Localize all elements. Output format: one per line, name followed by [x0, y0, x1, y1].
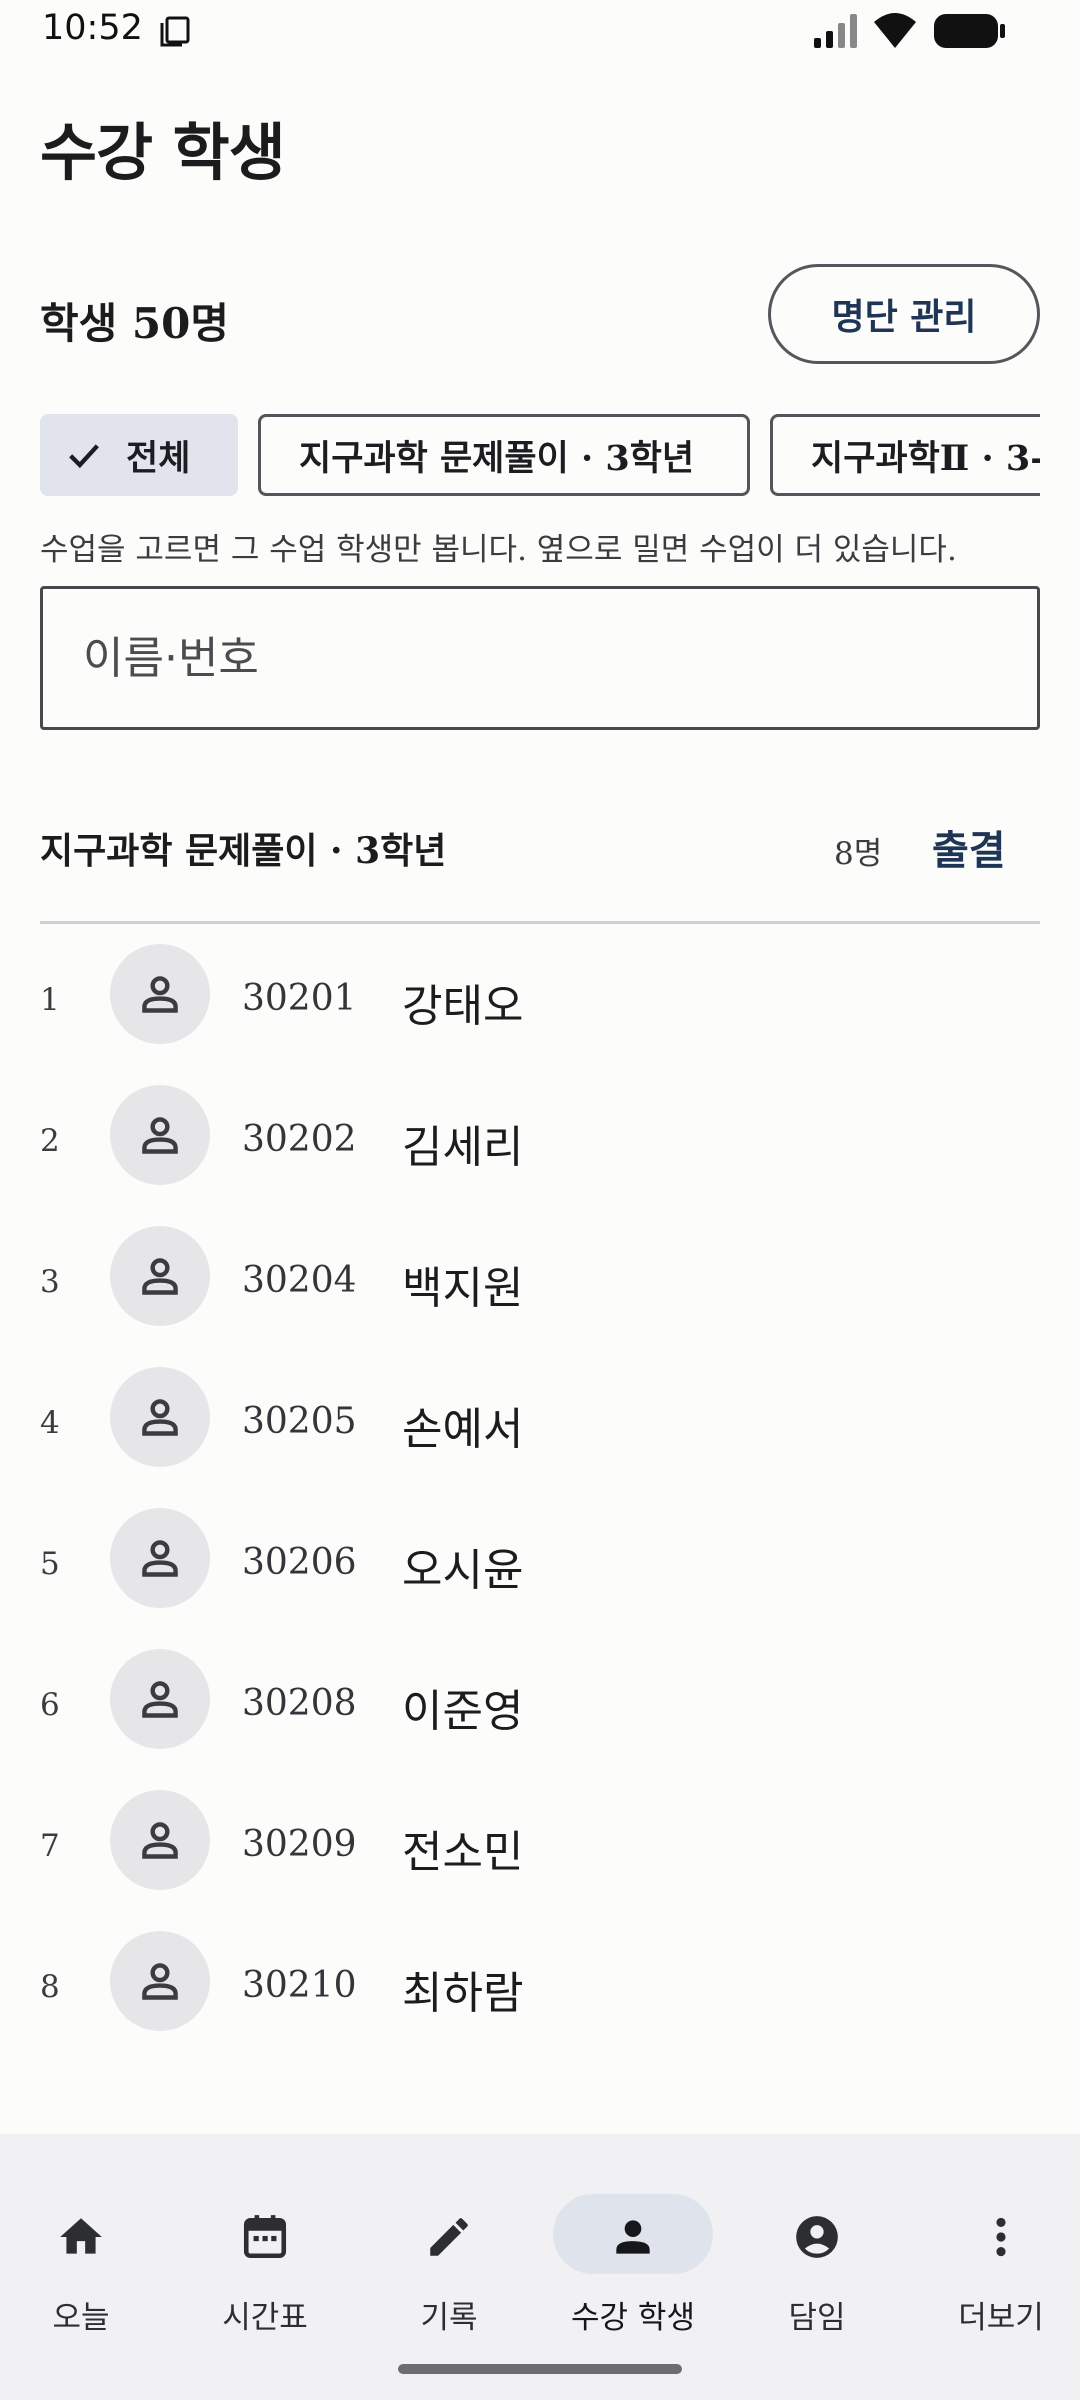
- student-id: 30206: [242, 1542, 357, 1583]
- signal-icon: [814, 14, 857, 48]
- student-id: 30201: [242, 978, 357, 1019]
- person-icon: [142, 1681, 178, 1718]
- nav-item-more[interactable]: 더보기: [904, 2164, 1080, 2336]
- row-number: 2: [40, 1123, 60, 1159]
- nav-label: 수강 학생: [571, 2300, 695, 2336]
- row-number: 3: [40, 1264, 60, 1300]
- student-name: 김세리: [402, 1122, 524, 1173]
- nav-label: 담임: [788, 2300, 846, 2336]
- class-section-header: 지구과학 문제풀이 · 3학년 8명 출결: [40, 810, 1040, 900]
- nav-label: 기록: [420, 2300, 478, 2336]
- student-count: 학생 50명: [40, 299, 229, 348]
- student-row[interactable]: 4 30205 손예서: [40, 1361, 1040, 1502]
- avatar: [110, 1367, 210, 1467]
- row-number: 7: [40, 1828, 60, 1864]
- home-icon: [60, 2218, 102, 2254]
- chip-earth-science-2[interactable]: 지구과학Ⅱ · 3-2: [770, 414, 1040, 496]
- nav-item-timetable[interactable]: 시간표: [168, 2164, 348, 2336]
- avatar: [110, 944, 210, 1044]
- student-row[interactable]: 3 30204 백지원: [40, 1220, 1040, 1361]
- calendar-icon: [243, 2215, 287, 2259]
- chip-all[interactable]: 전체: [40, 414, 238, 496]
- student-row[interactable]: 1 30201 강태오: [40, 938, 1040, 1079]
- nav-item-homeroom[interactable]: 담임: [720, 2164, 900, 2336]
- student-row[interactable]: 7 30209 전소민: [40, 1784, 1040, 1925]
- battery-icon: [934, 14, 1005, 48]
- check-icon: [69, 444, 99, 469]
- student-name: 강태오: [402, 981, 524, 1032]
- attendance-button[interactable]: 출결: [932, 818, 1006, 876]
- class-filter-chips[interactable]: 전체 지구과학 문제풀이 · 3학년 지구과학Ⅱ · 3-2: [40, 414, 1040, 496]
- person-icon: [142, 1822, 178, 1859]
- chip-earth-science-problems[interactable]: 지구과학 문제풀이 · 3학년: [258, 414, 750, 496]
- search-input[interactable]: [40, 586, 1040, 730]
- home-indicator[interactable]: [398, 2364, 682, 2374]
- pencil-icon: [430, 2218, 468, 2256]
- avatar: [110, 1649, 210, 1749]
- nav-label: 오늘: [52, 2300, 110, 2336]
- student-name: 전소민: [402, 1827, 524, 1878]
- chip-label: 지구과학Ⅱ · 3-2: [811, 437, 1040, 479]
- account-circle-icon: [796, 2216, 838, 2258]
- avatar: [110, 1790, 210, 1890]
- person-icon: [142, 1963, 178, 2000]
- avatar: [110, 1508, 210, 1608]
- more-vertical-icon: [996, 2217, 1006, 2257]
- person-icon: [142, 976, 178, 1013]
- row-number: 4: [40, 1405, 60, 1441]
- student-name: 백지원: [402, 1263, 524, 1314]
- student-name: 최하람: [402, 1968, 524, 2019]
- student-row[interactable]: 6 30208 이준영: [40, 1643, 1040, 1784]
- chip-label: 지구과학 문제풀이 · 3학년: [299, 437, 695, 479]
- student-row[interactable]: 5 30206 오시윤: [40, 1502, 1040, 1643]
- copy-icon: [160, 16, 190, 47]
- person-icon: [616, 2220, 650, 2254]
- student-id: 30204: [242, 1260, 357, 1301]
- student-list: 1 30201 강태오 2 30202 김세리 3 30204 백지원 4 30…: [40, 938, 1040, 2066]
- person-icon: [142, 1399, 178, 1436]
- person-icon: [142, 1258, 178, 1295]
- bottom-navigation: 오늘 시간표 기록 수강 학생 담임 더보기: [0, 2134, 1080, 2400]
- student-id: 30210: [242, 1965, 357, 2006]
- student-id: 30205: [242, 1401, 357, 1442]
- row-number: 1: [40, 982, 60, 1018]
- row-number: 8: [40, 1969, 60, 2005]
- row-number: 6: [40, 1687, 60, 1723]
- student-id: 30202: [242, 1119, 357, 1160]
- avatar: [110, 1085, 210, 1185]
- nav-label: 시간표: [222, 2300, 308, 2336]
- avatar: [110, 1931, 210, 2031]
- status-time: 10:52: [42, 8, 143, 48]
- filter-helper-text: 수업을 고르면 그 수업 학생만 봅니다. 옆으로 밀면 수업이 더 있습니다.: [40, 532, 957, 568]
- avatar: [110, 1226, 210, 1326]
- student-name: 손예서: [402, 1404, 524, 1455]
- student-row[interactable]: 8 30210 최하람: [40, 1925, 1040, 2066]
- student-id: 30209: [242, 1824, 357, 1865]
- row-number: 5: [40, 1546, 60, 1582]
- section-title: 지구과학 문제풀이 · 3학년: [40, 830, 447, 872]
- student-name: 이준영: [402, 1686, 524, 1737]
- nav-item-records[interactable]: 기록: [352, 2164, 532, 2336]
- nav-item-students[interactable]: 수강 학생: [536, 2164, 716, 2336]
- nav-label: 더보기: [958, 2300, 1044, 2336]
- manage-roster-button[interactable]: 명단 관리: [768, 264, 1040, 364]
- student-id: 30208: [242, 1683, 357, 1724]
- student-name: 오시윤: [402, 1545, 524, 1596]
- wifi-icon: [874, 13, 916, 48]
- student-row[interactable]: 2 30202 김세리: [40, 1079, 1040, 1220]
- divider: [40, 921, 1040, 924]
- person-icon: [142, 1540, 178, 1577]
- nav-item-today[interactable]: 오늘: [0, 2164, 164, 2336]
- person-icon: [142, 1117, 178, 1154]
- status-bar: 10:52: [0, 0, 1080, 60]
- page-title: 수강 학생: [40, 116, 286, 189]
- section-count: 8명: [834, 836, 883, 872]
- chip-label: 전체: [126, 437, 191, 479]
